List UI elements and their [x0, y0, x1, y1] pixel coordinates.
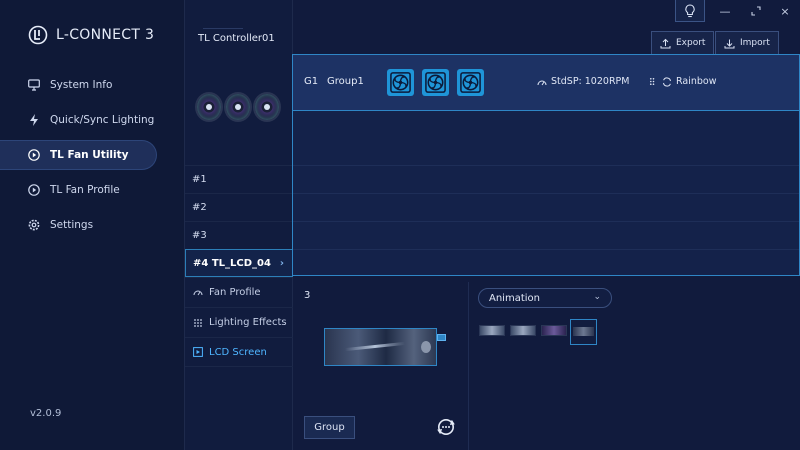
chevron-right-icon: › — [279, 258, 284, 269]
panel-divider — [293, 193, 799, 194]
sidebar-item-tl-fan-utility[interactable]: TL Fan Utility — [0, 140, 157, 170]
fan-icon[interactable] — [387, 69, 414, 96]
sidebar: L-CONNECT 3 System Info Quick/Sync Light… — [0, 0, 185, 450]
controller-title[interactable]: TL Controller01 — [198, 33, 275, 44]
animation-thumbnail[interactable] — [510, 325, 536, 336]
sub-item-lcd-screen[interactable]: LCD Screen — [185, 337, 293, 367]
brand: L-CONNECT 3 — [28, 25, 154, 45]
fan-preview-ring — [224, 92, 252, 122]
expand-icon — [751, 6, 761, 16]
play-circle-icon — [28, 184, 40, 196]
chevron-down-icon: ⌄ — [593, 292, 601, 302]
animation-thumbnail[interactable] — [479, 325, 505, 336]
refresh-icon — [663, 76, 671, 87]
lian-li-logo-icon — [28, 25, 48, 45]
fan-preview — [195, 92, 283, 126]
sub-item-fan-profile[interactable]: Fan Profile — [185, 277, 293, 307]
close-button[interactable]: × — [775, 2, 795, 20]
port-row-2[interactable]: #2 — [185, 193, 293, 221]
port-row-4-selected[interactable]: #4 TL_LCD_04 › — [185, 249, 293, 277]
animation-thumbnail-selected[interactable] — [570, 319, 597, 345]
group-panel: G1 Group1 StdSP: 1020RPM Rainbow — [292, 54, 800, 276]
lightbulb-icon — [685, 3, 695, 17]
brand-name: L-CONNECT 3 — [56, 27, 155, 43]
sidebar-item-label: Settings — [50, 219, 94, 231]
app-version: v2.0.9 — [30, 408, 62, 419]
animation-select[interactable]: Animation ⌄ — [478, 288, 612, 308]
port-row-3[interactable]: #3 — [185, 221, 293, 249]
section-divider — [468, 282, 469, 450]
group-name: Group1 — [327, 76, 364, 87]
controller-column: TL Controller01 #1 #2 #3 #4 TL_LCD_04 › … — [185, 0, 293, 450]
lcd-number: 3 — [304, 290, 311, 301]
export-icon — [660, 38, 671, 48]
fan-preview-ring — [195, 92, 223, 122]
gear-icon — [28, 219, 40, 231]
fan-profile-icon — [193, 290, 203, 295]
maximize-button[interactable] — [746, 2, 766, 20]
sidebar-item-label: System Info — [50, 79, 113, 91]
import-button[interactable]: Import — [715, 31, 779, 55]
preview-object — [421, 341, 431, 353]
sidebar-item-system-info[interactable]: System Info — [14, 70, 157, 100]
sidebar-item-settings[interactable]: Settings — [14, 210, 157, 240]
panel-divider — [293, 249, 799, 250]
lighting-dots-icon — [194, 318, 202, 327]
play-circle-icon — [28, 149, 40, 161]
export-button[interactable]: Export — [651, 31, 715, 55]
minimize-icon: — — [719, 4, 731, 18]
port-row-label: #4 TL_LCD_04 — [193, 257, 271, 269]
fan-icon[interactable] — [422, 69, 449, 96]
sidebar-item-label: TL Fan Profile — [50, 184, 120, 196]
lighting-dots-icon — [649, 77, 655, 86]
panel-divider — [293, 165, 799, 166]
animation-thumbnail[interactable] — [541, 325, 567, 336]
group-button[interactable]: Group — [304, 416, 355, 439]
rotate-icon[interactable] — [436, 417, 456, 437]
sidebar-item-label: TL Fan Utility — [50, 149, 129, 161]
lighting-effect: Rainbow — [649, 76, 717, 87]
sidebar-item-quick-sync-lighting[interactable]: Quick/Sync Lighting — [14, 105, 157, 135]
resize-handle[interactable] — [437, 334, 446, 341]
preview-streak — [345, 341, 405, 352]
speed-gauge-icon — [537, 80, 547, 85]
fan-icon[interactable] — [457, 69, 484, 96]
app-window: L-CONNECT 3 System Info Quick/Sync Light… — [0, 0, 800, 450]
fan-speed: StdSP: 1020RPM — [537, 76, 629, 87]
lcd-screen-icon — [193, 347, 203, 357]
minimize-button[interactable]: — — [715, 2, 735, 20]
panel-divider — [293, 221, 799, 222]
monitor-icon — [28, 79, 40, 91]
lightbulb-button[interactable] — [675, 0, 705, 22]
lightning-icon — [30, 114, 38, 126]
port-row-1[interactable]: #1 — [185, 165, 293, 193]
group-id: G1 — [304, 76, 319, 87]
sub-item-lighting-effects[interactable]: Lighting Effects — [185, 307, 293, 337]
group-row[interactable]: G1 Group1 StdSP: 1020RPM Rainbow — [293, 55, 799, 111]
sidebar-item-tl-fan-profile[interactable]: TL Fan Profile — [14, 175, 157, 205]
close-icon: × — [780, 4, 790, 18]
sidebar-item-label: Quick/Sync Lighting — [50, 114, 155, 126]
lcd-preview-image[interactable] — [324, 328, 437, 366]
fan-preview-ring — [253, 92, 281, 122]
import-icon — [724, 39, 735, 48]
title-underline — [203, 28, 243, 29]
